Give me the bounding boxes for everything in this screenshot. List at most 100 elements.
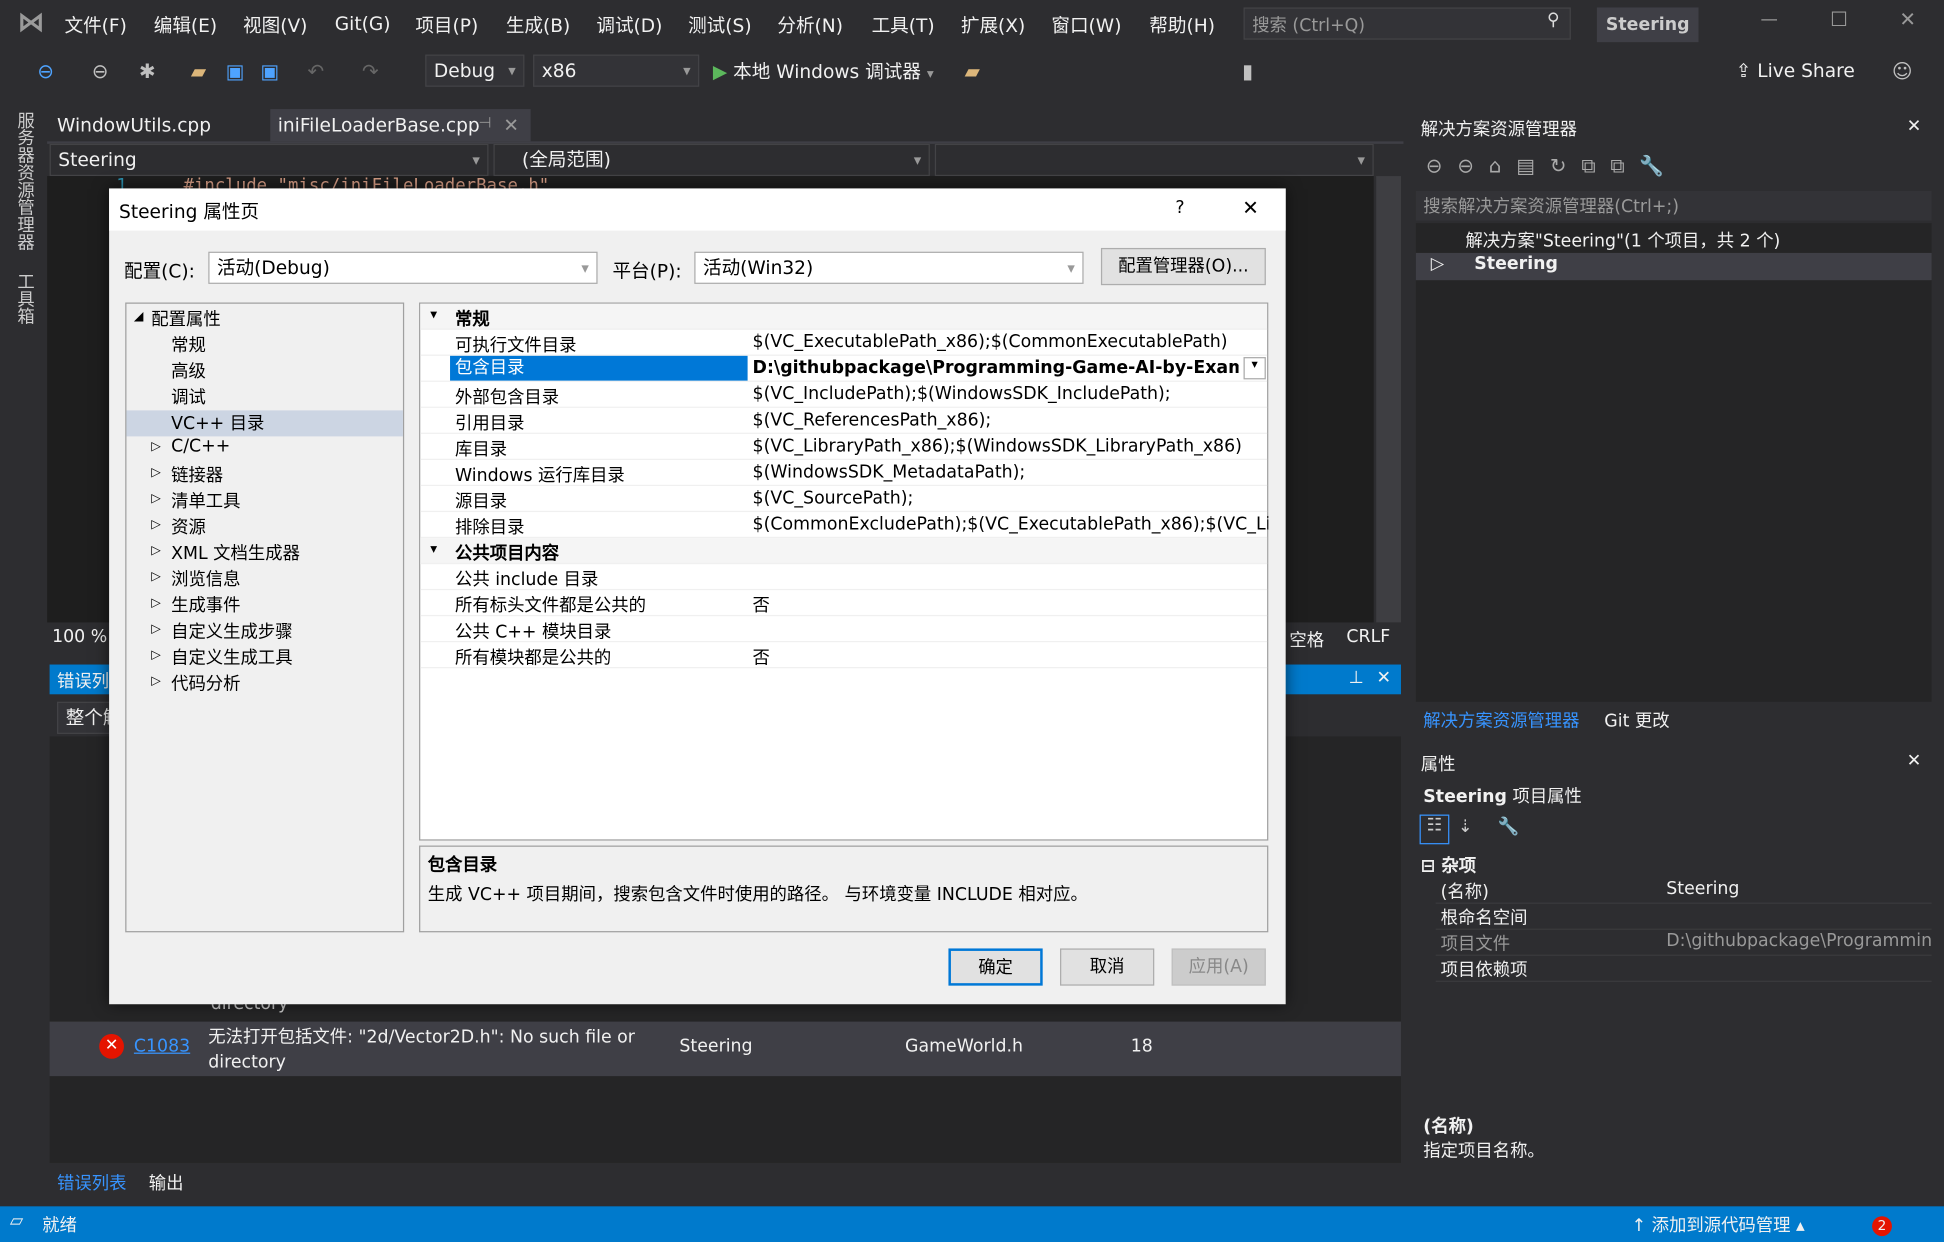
close-properties-icon[interactable]: ✕ <box>1907 751 1922 771</box>
ok-button[interactable]: 确定 <box>948 948 1043 986</box>
tree-item[interactable]: ▷ XML 文档生成器 <box>126 541 402 567</box>
grid-row[interactable]: 库目录 $(VC_LibraryPath_x86);$(WindowsSDK_Li… <box>420 434 1269 460</box>
side-tab-server-explorer[interactable]: 服务器资源管理器 <box>12 112 37 251</box>
source-control-button[interactable]: ↑ 添加到源代码管理 ▴ <box>1632 1213 1805 1238</box>
menu-item[interactable]: 视图(V) <box>243 12 307 38</box>
tree-item[interactable]: VC++ 目录 <box>126 410 403 437</box>
close-solution-explorer-icon[interactable]: ✕ <box>1907 117 1922 137</box>
error-row[interactable]: ✕ C1083 无法打开包括文件: "2d/Vector2D.h": No su… <box>49 1021 1401 1077</box>
property-value[interactable]: 否 <box>753 645 1269 670</box>
tree-item[interactable]: ▷ C/C++ <box>126 436 402 462</box>
property-row[interactable]: 根命名空间 <box>1435 904 1932 930</box>
eol-indicator[interactable]: CRLF <box>1346 627 1390 647</box>
alphabetical-icon[interactable]: ⇣ <box>1458 817 1473 837</box>
dialog-config-dropdown[interactable]: 活动(Debug) <box>208 251 598 284</box>
collapsed-arrow-icon[interactable]: ▷ <box>151 440 161 454</box>
minimize-button[interactable]: — <box>1761 10 1778 30</box>
notification-badge[interactable]: 2 <box>1872 1216 1892 1237</box>
grid-row[interactable]: 公共 include 目录 <box>420 564 1268 591</box>
collapse-icon[interactable]: ▾ <box>430 306 437 322</box>
property-row[interactable]: 项目文件 D:\githubpackage\Programming-Game-AI… <box>1435 930 1932 956</box>
menu-item[interactable]: 生成(B) <box>506 12 570 38</box>
live-share-button[interactable]: ⇪ Live Share <box>1736 60 1855 82</box>
close-tab-icon[interactable]: ✕ <box>503 114 519 136</box>
property-value[interactable]: $(VC_SourcePath); <box>753 488 1269 508</box>
tree-item[interactable]: ▷ 代码分析 <box>126 671 402 697</box>
collapsed-arrow-icon[interactable]: ▷ <box>151 518 161 532</box>
project-scope-dropdown[interactable]: Steering <box>49 143 489 177</box>
editor-tab-inifileloaderbase[interactable]: iniFileLoaderBase.cpp ⊣ ✕ <box>270 109 531 142</box>
forward-icon[interactable]: ⊖ <box>92 60 109 84</box>
feedback-icon[interactable]: ☺ <box>1892 60 1913 84</box>
solution-search-input[interactable]: 搜索解决方案资源管理器(Ctrl+;) <box>1415 190 1932 221</box>
property-value[interactable]: D:\githubpackage\Programming-Game-AI-by-… <box>1666 931 1931 951</box>
property-value[interactable]: Steering <box>1666 879 1931 899</box>
whitespace-indicator[interactable]: 空格 <box>1289 627 1324 652</box>
tree-item[interactable]: 调试 <box>126 384 402 410</box>
property-value[interactable]: $(VC_IncludePath);$(WindowsSDK_IncludePa… <box>753 384 1269 404</box>
property-value[interactable]: D:\githubpackage\Programming-Game-AI-by-… <box>753 358 1239 378</box>
tab-output[interactable]: 输出 <box>149 1170 184 1195</box>
property-value[interactable]: $(VC_ReferencesPath_x86); <box>753 410 1269 430</box>
apply-button[interactable]: 应用(A) <box>1171 948 1266 986</box>
menu-item[interactable]: 测试(S) <box>688 12 752 38</box>
member-dropdown[interactable] <box>934 143 1374 177</box>
collapsed-arrow-icon[interactable]: ▷ <box>151 544 161 558</box>
undo-icon[interactable]: ↶ <box>307 60 324 84</box>
grid-row[interactable]: 源目录 $(VC_SourcePath); <box>420 486 1269 513</box>
tab-solution-explorer[interactable]: 解决方案资源管理器 <box>1423 708 1579 733</box>
property-value[interactable]: $(CommonExcludePath);$(VC_ExecutablePath… <box>753 515 1269 535</box>
tree-item[interactable]: ▷ 清单工具 <box>126 488 402 514</box>
grid-row[interactable]: 所有模块都是公共的 否 <box>420 642 1269 670</box>
help-button[interactable]: ? <box>1175 198 1184 218</box>
tree-item[interactable]: ▷ 链接器 <box>126 462 402 488</box>
grid-row[interactable]: 可执行文件目录 $(VC_ExecutablePath_x86);$(Common… <box>420 330 1269 356</box>
pin-panel-icon[interactable]: ⊥ <box>1349 668 1364 688</box>
menu-item[interactable]: 窗口(W) <box>1051 12 1121 38</box>
solution-node[interactable]: 解决方案"Steering"(1 个项目，共 2 个) <box>1465 228 1780 253</box>
menu-item[interactable]: 编辑(E) <box>154 12 217 38</box>
tree-item[interactable]: ▷ 自定义生成工具 <box>126 645 402 671</box>
collapsed-arrow-icon[interactable]: ▷ <box>151 466 161 480</box>
menu-item[interactable]: 项目(P) <box>415 12 478 38</box>
grid-category[interactable]: ▾ 常规 <box>420 303 1268 330</box>
open-folder-icon[interactable]: ▰ <box>191 60 206 84</box>
editor-tab-windowutils[interactable]: WindowUtils.cpp <box>57 114 211 136</box>
redo-icon[interactable]: ↷ <box>362 60 379 84</box>
tree-item[interactable]: ▷ 生成事件 <box>126 593 402 619</box>
collapsed-arrow-icon[interactable]: ▷ <box>151 570 161 584</box>
property-value[interactable]: $(VC_LibraryPath_x86);$(WindowsSDK_Libra… <box>753 436 1269 456</box>
property-value[interactable]: $(VC_ExecutablePath_x86);$(CommonExecuta… <box>753 332 1269 352</box>
maximize-button[interactable]: ☐ <box>1830 7 1848 31</box>
find-in-files-icon[interactable]: ▰ <box>965 60 980 84</box>
menu-item[interactable]: Git(G) <box>335 12 391 34</box>
bookmark-icon[interactable]: ▮ <box>1242 60 1253 84</box>
collapsed-arrow-icon[interactable]: ▷ <box>151 648 161 662</box>
collapsed-arrow-icon[interactable]: ▷ <box>151 622 161 636</box>
error-code-link[interactable]: C1083 <box>134 1036 190 1056</box>
platform-dropdown[interactable]: x86 <box>533 54 700 87</box>
property-value[interactable]: 否 <box>753 593 1269 618</box>
save-icon[interactable]: ▣ <box>226 60 245 84</box>
value-dropdown-button[interactable]: ▾ <box>1243 357 1266 380</box>
tab-git-changes[interactable]: Git 更改 <box>1604 708 1669 733</box>
grid-row[interactable]: 排除目录 $(CommonExcludePath);$(VC_Executable… <box>420 512 1269 539</box>
tree-item[interactable]: 常规 <box>126 332 402 358</box>
menu-item[interactable]: 扩展(X) <box>961 12 1025 38</box>
search-input[interactable]: 搜索 (Ctrl+Q) ⚲ <box>1243 7 1571 40</box>
menu-item[interactable]: 帮助(H) <box>1149 12 1215 38</box>
property-pages-icon[interactable]: 🔧 <box>1498 817 1520 837</box>
menu-item[interactable]: 调试(D) <box>596 12 662 38</box>
expanded-arrow-icon[interactable]: ◢ <box>134 310 144 324</box>
property-row[interactable]: 项目依赖项 <box>1435 956 1932 982</box>
grid-row[interactable]: 引用目录 $(VC_ReferencesPath_x86); <box>420 408 1269 434</box>
grid-row[interactable]: 外部包含目录 $(VC_IncludePath);$(WindowsSDK_Inc… <box>420 382 1269 408</box>
property-value[interactable]: $(WindowsSDK_MetadataPath); <box>753 462 1269 482</box>
collapsed-arrow-icon[interactable]: ▷ <box>151 492 161 506</box>
close-window-button[interactable]: ✕ <box>1899 7 1916 31</box>
tree-item[interactable]: ▷ 资源 <box>126 515 402 541</box>
properties-object-dropdown[interactable]: Steering 项目属性 <box>1416 781 1932 811</box>
grid-category[interactable]: ▾ 公共项目内容 <box>420 538 1268 565</box>
collapse-icon[interactable]: ▾ <box>430 541 437 557</box>
side-tab-toolbox[interactable]: 工具箱 <box>12 273 37 325</box>
